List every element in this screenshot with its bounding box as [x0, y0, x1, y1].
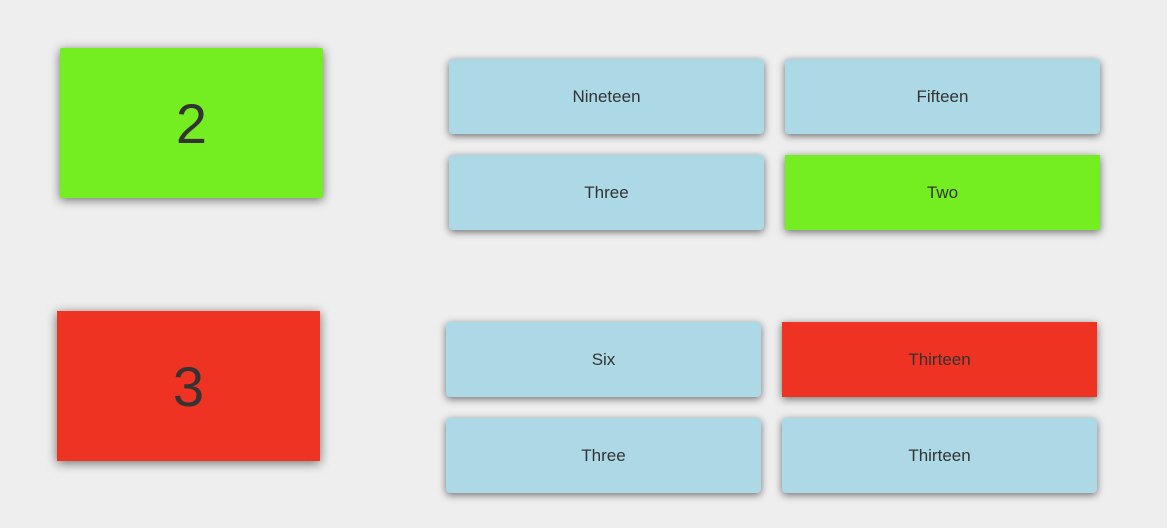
- answer-option-button[interactable]: Six: [446, 322, 761, 397]
- answer-option-label: Nineteen: [572, 86, 641, 106]
- answer-option-label: Six: [591, 349, 616, 369]
- number-card-1: 2: [60, 48, 323, 198]
- number-value: 2: [175, 91, 208, 155]
- answer-option-button[interactable]: Fifteen: [785, 59, 1100, 134]
- answer-option-button[interactable]: Thirteen: [782, 418, 1097, 493]
- quiz-page: 2 Nineteen Fifteen Three Two 3 Six Thirt…: [0, 0, 1167, 528]
- number-value: 3: [172, 354, 205, 418]
- answer-option-label: Three: [581, 445, 626, 465]
- answer-option-label: Two: [926, 182, 959, 202]
- answer-option-button[interactable]: Two: [785, 155, 1100, 230]
- answer-option-label: Thirteen: [908, 445, 971, 465]
- answer-option-label: Three: [584, 182, 629, 202]
- answer-option-button[interactable]: Thirteen: [782, 322, 1097, 397]
- answer-option-button[interactable]: Nineteen: [449, 59, 764, 134]
- answer-option-label: Thirteen: [908, 349, 971, 369]
- answer-option-button[interactable]: Three: [446, 418, 761, 493]
- answer-option-button[interactable]: Three: [449, 155, 764, 230]
- answer-option-label: Fifteen: [916, 86, 969, 106]
- number-card-2: 3: [57, 311, 320, 461]
